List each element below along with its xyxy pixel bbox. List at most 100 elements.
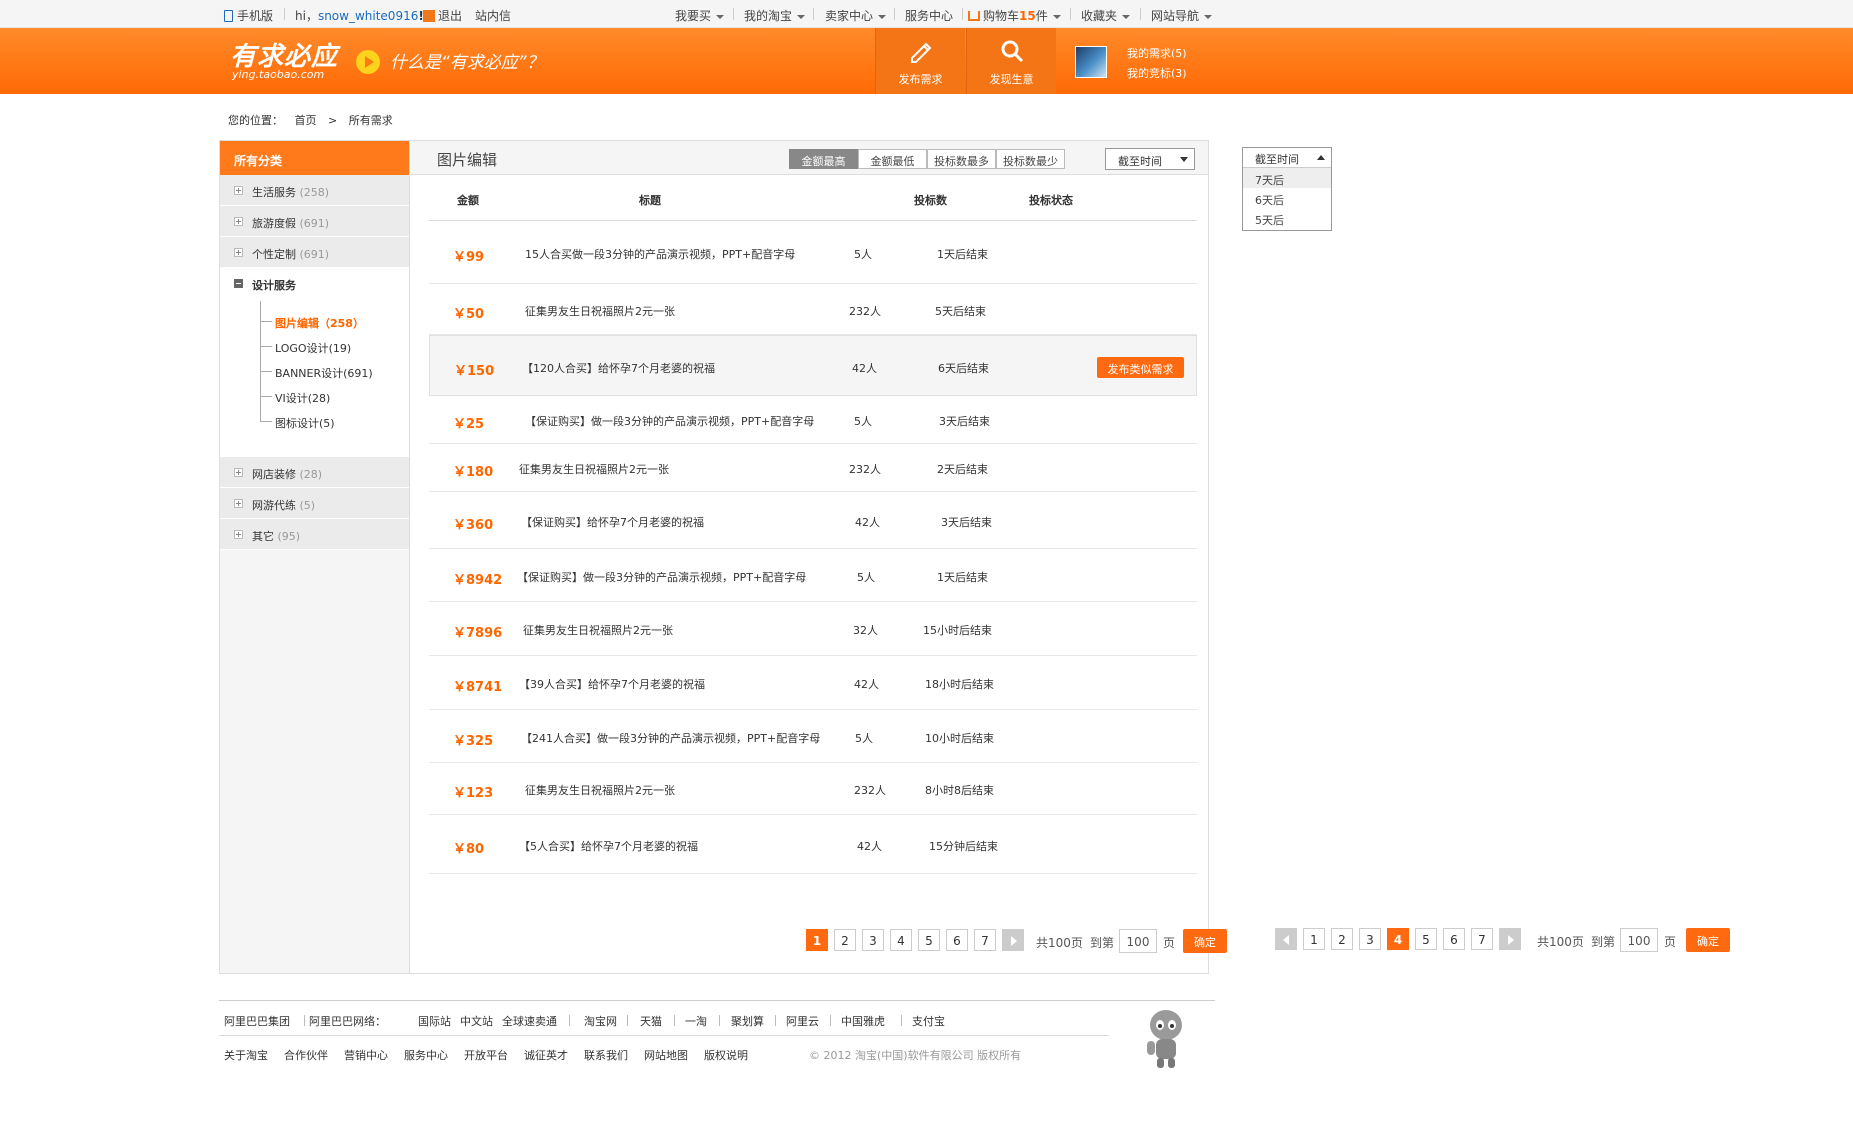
page-5-button[interactable]: 5 — [918, 929, 940, 951]
footer-link[interactable]: 诚征英才 — [524, 1047, 568, 1063]
page-number-input[interactable]: 100 — [1620, 928, 1658, 952]
sidebar-item-shop-decoration[interactable]: 网店装修 (28) — [220, 457, 409, 488]
dropdown-header[interactable]: 截至时间 — [1243, 148, 1331, 168]
page-2-button[interactable]: 2 — [834, 929, 856, 951]
subcategory-banner[interactable]: BANNER设计(691) — [275, 365, 373, 381]
footer-link[interactable]: 中文站 — [460, 1013, 493, 1029]
footer-link[interactable]: 版权说明 — [704, 1047, 748, 1063]
title-link[interactable]: 【保证购买】做一段3分钟的产品演示视频，PPT+配音字母 — [525, 413, 814, 429]
title-link[interactable]: 15人合买做一段3分钟的产品演示视频，PPT+配音字母 — [525, 246, 795, 262]
title-link[interactable]: 【39人合买】给怀孕7个月老婆的祝福 — [519, 676, 705, 692]
sort-bids-least[interactable]: 投标数最少 — [996, 149, 1065, 169]
table-row[interactable]: ￥25 【保证购买】做一段3分钟的产品演示视频，PPT+配音字母 5人 3天后结束 — [429, 396, 1197, 444]
sidebar-item-travel[interactable]: 旅游度假 (691) — [220, 206, 409, 237]
page-1-button[interactable]: 1 — [1303, 928, 1325, 950]
footer-link[interactable]: 联系我们 — [584, 1047, 628, 1063]
publish-similar-button[interactable]: 发布类似需求 — [1097, 357, 1184, 378]
sort-price-low[interactable]: 金额最低 — [858, 149, 927, 169]
footer-link[interactable]: 一淘 — [685, 1013, 707, 1029]
my-taobao-menu[interactable]: 我的淘宝 — [744, 7, 806, 24]
page-number-input[interactable]: 100 — [1119, 929, 1157, 953]
slogan-link[interactable]: 什么是“有求必应”？ — [390, 48, 544, 73]
table-row[interactable]: ￥360 【保证购买】给怀孕7个月老婆的祝福 42人 3天后结束 — [429, 492, 1197, 549]
favorites-menu[interactable]: 收藏夹 — [1081, 7, 1131, 24]
breadcrumb-home[interactable]: 首页 — [295, 114, 317, 127]
seller-center-menu[interactable]: 卖家中心 — [825, 7, 887, 24]
footer-link[interactable]: 开放平台 — [464, 1047, 508, 1063]
footer-link[interactable]: 淘宝网 — [584, 1013, 617, 1029]
footer-link[interactable]: 支付宝 — [912, 1013, 945, 1029]
footer-link[interactable]: 中国雅虎 — [841, 1013, 885, 1029]
page-1-button[interactable]: 1 — [806, 929, 828, 951]
table-row[interactable]: ￥8942 【保证购买】做一段3分钟的产品演示视频，PPT+配音字母 5人 1天后结束 — [429, 549, 1197, 602]
table-row[interactable]: ￥7896 征集男友生日祝福照片2元一张 32人 15小时后结束 — [429, 602, 1197, 656]
my-demands-link[interactable]: 我的需求(5) — [1127, 45, 1187, 61]
footer-link[interactable]: 服务中心 — [404, 1047, 448, 1063]
mobile-link[interactable]: 手机版 — [224, 7, 273, 24]
page-2-button[interactable]: 2 — [1331, 928, 1353, 950]
page-6-button[interactable]: 6 — [1443, 928, 1465, 950]
title-link[interactable]: 【保证购买】做一段3分钟的产品演示视频，PPT+配音字母 — [517, 569, 806, 585]
my-bids-link[interactable]: 我的竞标(3) — [1127, 65, 1187, 81]
discover-business-button[interactable]: 发现生意 — [966, 28, 1056, 94]
sidebar-item-game-boosting[interactable]: 网游代练 (5) — [220, 488, 409, 519]
page-5-button[interactable]: 5 — [1415, 928, 1437, 950]
table-row[interactable]: ￥123 征集男友生日祝福照片2元一张 232人 8小时8后结束 — [429, 763, 1197, 815]
table-row[interactable]: ￥180 征集男友生日祝福照片2元一张 232人 2天后结束 — [429, 444, 1197, 492]
play-icon[interactable] — [356, 50, 380, 74]
sidebar-item-other[interactable]: 其它 (95) — [220, 519, 409, 550]
next-page-icon[interactable] — [1002, 929, 1024, 951]
option-6-days[interactable]: 6天后 — [1243, 188, 1331, 208]
title-link[interactable]: 【5人合买】给怀孕7个月老婆的祝福 — [519, 838, 698, 854]
option-7-days[interactable]: 7天后 — [1243, 168, 1331, 188]
avatar[interactable] — [1075, 46, 1107, 78]
table-row[interactable]: ￥150 【120人合买】给怀孕7个月老婆的祝福 42人 6天后结束 发布类似需求 — [429, 335, 1197, 396]
page-4-button[interactable]: 4 — [1387, 928, 1409, 950]
title-link[interactable]: 征集男友生日祝福照片2元一张 — [525, 303, 675, 319]
next-page-icon[interactable] — [1499, 928, 1521, 950]
subcategory-image-editing[interactable]: 图片编辑（258） — [275, 315, 364, 331]
page-7-button[interactable]: 7 — [1471, 928, 1493, 950]
table-row[interactable]: ￥99 15人合买做一段3分钟的产品演示视频，PPT+配音字母 5人 1天后结束 — [429, 221, 1197, 284]
title-link[interactable]: 征集男友生日祝福照片2元一张 — [523, 622, 673, 638]
footer-link[interactable]: 合作伙伴 — [284, 1047, 328, 1063]
sidebar-item-life-services[interactable]: 生活服务 (258) — [220, 175, 409, 206]
subcategory-logo[interactable]: LOGO设计(19) — [275, 340, 351, 356]
footer-link[interactable]: 阿里云 — [786, 1013, 819, 1029]
footer-link[interactable]: 网站地图 — [644, 1047, 688, 1063]
page-6-button[interactable]: 6 — [946, 929, 968, 951]
subcategory-vi[interactable]: VI设计(28) — [275, 390, 330, 406]
option-5-days[interactable]: 5天后 — [1243, 208, 1331, 228]
title-link[interactable]: 【120人合买】给怀孕7个月老婆的祝福 — [522, 360, 715, 376]
page-4-button[interactable]: 4 — [890, 929, 912, 951]
title-link[interactable]: 【保证购买】给怀孕7个月老婆的祝福 — [521, 514, 704, 530]
table-row[interactable]: ￥50 征集男友生日祝福照片2元一张 232人 5天后结束 — [429, 284, 1197, 335]
buy-menu[interactable]: 我要买 — [675, 7, 725, 24]
cart-menu[interactable]: 购物车15件 — [968, 7, 1061, 24]
footer-link[interactable]: 营销中心 — [344, 1047, 388, 1063]
footer-link[interactable]: 天猫 — [640, 1013, 662, 1029]
deadline-dropdown[interactable]: 截至时间 7天后 6天后 5天后 — [1242, 147, 1332, 231]
page-3-button[interactable]: 3 — [862, 929, 884, 951]
prev-page-icon[interactable] — [1275, 928, 1297, 950]
goto-page-button[interactable]: 确定 — [1183, 929, 1227, 953]
page-7-button[interactable]: 7 — [974, 929, 996, 951]
username-link[interactable]: snow_white0916 — [318, 9, 418, 23]
publish-demand-button[interactable]: 发布需求 — [875, 28, 965, 94]
footer-link[interactable]: 聚划算 — [731, 1013, 764, 1029]
title-link[interactable]: 征集男友生日祝福照片2元一张 — [519, 461, 669, 477]
table-row[interactable]: ￥8741 【39人合买】给怀孕7个月老婆的祝福 42人 18小时后结束 — [429, 656, 1197, 710]
logout-link[interactable]: 退出 — [423, 7, 462, 24]
table-row[interactable]: ￥325 【241人合买】做一段3分钟的产品演示视频，PPT+配音字母 5人 10小时… — [429, 710, 1197, 763]
sort-bids-most[interactable]: 投标数最多 — [927, 149, 996, 169]
subcategory-icon[interactable]: 图标设计(5) — [275, 415, 335, 431]
title-link[interactable]: 【241人合买】做一段3分钟的产品演示视频，PPT+配音字母 — [521, 730, 820, 746]
table-row[interactable]: ￥80 【5人合买】给怀孕7个月老婆的祝福 42人 15分钟后结束 — [429, 815, 1197, 874]
sidebar-item-design[interactable]: 设计服务 — [220, 268, 409, 299]
messages-link[interactable]: 站内信 — [475, 7, 511, 24]
site-nav-menu[interactable]: 网站导航 — [1151, 7, 1213, 24]
page-3-button[interactable]: 3 — [1359, 928, 1381, 950]
title-link[interactable]: 征集男友生日祝福照片2元一张 — [525, 782, 675, 798]
footer-link[interactable]: 全球速卖通 — [502, 1013, 557, 1029]
goto-page-button[interactable]: 确定 — [1686, 928, 1730, 952]
